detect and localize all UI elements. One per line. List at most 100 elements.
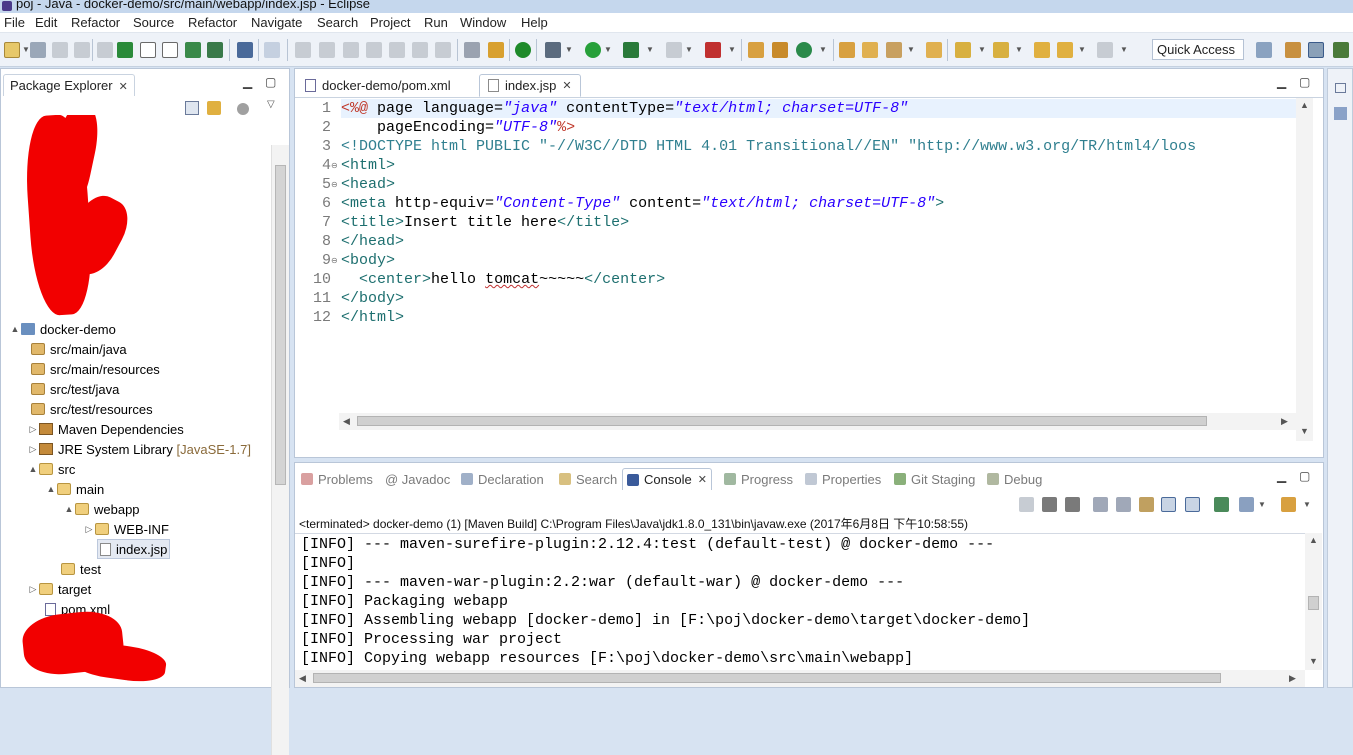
menu-navigate[interactable]: Navigate — [251, 15, 302, 30]
tree-item-maven-dependencies[interactable]: ▷ Maven Dependencies — [27, 419, 184, 439]
minimize-icon[interactable]: ▁ — [1277, 75, 1286, 89]
debug-perspective-icon[interactable] — [1333, 42, 1349, 58]
resume-icon[interactable] — [295, 42, 311, 58]
quick-access-field[interactable]: Quick Access — [1152, 39, 1244, 60]
scrollbar-thumb[interactable] — [313, 673, 1221, 683]
console-horizontal-scrollbar[interactable]: ◀ ▶ — [295, 670, 1305, 687]
menu-window[interactable]: Window — [460, 15, 506, 30]
focus-task-icon[interactable] — [237, 103, 249, 115]
menu-source[interactable]: Source — [133, 15, 174, 30]
menu-edit[interactable]: Edit — [35, 15, 57, 30]
tree-item-jre-system-library[interactable]: ▷ JRE System Library [JavaSE-1.7] — [27, 439, 251, 459]
scroll-right-icon[interactable]: ▶ — [1281, 416, 1288, 427]
tree-item-docker-demo[interactable]: ▲ docker-demo — [9, 319, 116, 339]
stop-icon[interactable] — [666, 42, 682, 58]
last-edit-icon[interactable] — [1034, 42, 1050, 58]
fold-toggle-icon[interactable]: ⊖ — [331, 256, 338, 265]
fold-toggle-icon[interactable]: ⊖ — [331, 161, 338, 170]
tab-properties[interactable]: Properties — [801, 468, 885, 490]
tab-progress[interactable]: Progress — [720, 468, 797, 490]
expand-arrow-icon[interactable]: ▲ — [27, 464, 39, 474]
new-java-project-icon[interactable] — [748, 42, 764, 58]
scroll-left-icon[interactable]: ◀ — [343, 416, 350, 427]
open-task-icon[interactable] — [162, 42, 178, 58]
minimize-icon[interactable]: ▁ — [1277, 469, 1286, 483]
chevron-down-icon[interactable]: ▼ — [1258, 500, 1266, 509]
console-output[interactable]: [INFO] --- maven-surefire-plugin:2.12.4:… — [295, 533, 1305, 673]
tree-item-src[interactable]: ▲ src — [27, 459, 76, 479]
tree-vertical-scrollbar[interactable] — [271, 145, 289, 755]
scroll-up-icon[interactable]: ▲ — [1300, 100, 1309, 110]
scroll-down-icon[interactable]: ▼ — [1300, 426, 1309, 436]
tab-problems[interactable]: Problems — [297, 468, 377, 490]
close-icon[interactable]: ✕ — [698, 473, 707, 486]
disconnect-icon[interactable] — [366, 42, 382, 58]
terminate-icon[interactable] — [1019, 497, 1034, 512]
fold-toggle-icon[interactable]: ⊖ — [331, 180, 338, 189]
save-all-icon[interactable] — [52, 42, 68, 58]
pin-console-icon[interactable] — [1214, 497, 1229, 512]
drop-to-frame-icon[interactable] — [464, 42, 480, 58]
new-package-icon[interactable] — [772, 42, 788, 58]
tree-item-src-test-java[interactable]: src/test/java — [31, 379, 119, 399]
scroll-down-icon[interactable]: ▼ — [1309, 656, 1318, 666]
console-toggle-icon[interactable] — [237, 42, 253, 58]
chevron-down-icon[interactable]: ▼ — [978, 45, 986, 54]
expand-arrow-icon[interactable]: ▲ — [45, 484, 57, 494]
console-vertical-scrollbar[interactable]: ▲ ▼ — [1305, 533, 1322, 670]
step-over-icon[interactable] — [412, 42, 428, 58]
restore-icon[interactable] — [1335, 83, 1346, 93]
chevron-down-icon[interactable]: ▼ — [1303, 500, 1311, 509]
menu-search[interactable]: Search — [317, 15, 358, 30]
scroll-up-icon[interactable]: ▲ — [1309, 535, 1318, 545]
chevron-down-icon[interactable]: ▼ — [685, 45, 693, 54]
scrollbar-thumb[interactable] — [357, 416, 1207, 426]
show-on-stderr-icon[interactable] — [1185, 497, 1200, 512]
tab-javadoc[interactable]: @ Javadoc — [381, 468, 454, 490]
code-editor[interactable]: 1 2 3 4 5 6 7 8 9 10 11 12 ⊖ ⊖ ⊖ <%@ pag… — [295, 97, 1323, 441]
search-tool-icon[interactable] — [886, 42, 902, 58]
new-class-icon[interactable] — [796, 42, 812, 58]
tab-git-staging[interactable]: Git Staging — [890, 468, 979, 490]
link-with-editor-icon[interactable] — [207, 101, 221, 115]
expand-arrow-icon[interactable]: ▷ — [27, 424, 39, 435]
tree-item-main[interactable]: ▲ main — [45, 479, 105, 499]
tab-debug[interactable]: Debug — [983, 468, 1046, 490]
word-wrap-icon[interactable] — [1139, 497, 1154, 512]
scroll-left-icon[interactable]: ◀ — [299, 673, 306, 684]
minimize-icon[interactable]: ▁ — [243, 75, 252, 89]
menu-run[interactable]: Run — [424, 15, 448, 30]
suspend-icon[interactable] — [319, 42, 335, 58]
show-on-stdout-icon[interactable] — [1161, 497, 1176, 512]
expand-arrow-icon[interactable]: ▷ — [27, 584, 39, 595]
power-icon[interactable] — [515, 42, 531, 58]
save-icon[interactable] — [30, 42, 46, 58]
chevron-down-icon[interactable]: ▼ — [1015, 45, 1023, 54]
terminate-icon[interactable] — [343, 42, 359, 58]
tab-pom-xml[interactable]: docker-demo/pom.xml — [297, 74, 459, 97]
coverage-icon[interactable] — [623, 42, 639, 58]
menu-refactor-2[interactable]: Refactor — [188, 15, 237, 30]
tree-item-src-main-resources[interactable]: src/main/resources — [31, 359, 160, 379]
new-icon[interactable] — [4, 42, 20, 58]
chevron-down-icon[interactable]: ▼ — [819, 45, 827, 54]
close-icon[interactable]: ✕ — [119, 81, 128, 93]
chevron-down-icon[interactable]: ▼ — [1120, 45, 1128, 54]
view-menu-icon[interactable]: ▽ — [267, 99, 275, 110]
forward-icon[interactable] — [1097, 42, 1113, 58]
open-console-icon[interactable] — [1281, 497, 1296, 512]
maximize-icon[interactable]: ▢ — [1299, 75, 1310, 89]
tree-item-test[interactable]: test — [61, 559, 101, 579]
back-icon[interactable] — [1057, 42, 1073, 58]
open-folder-icon[interactable] — [839, 42, 855, 58]
tab-package-explorer[interactable]: Package Explorer ✕ — [3, 74, 135, 96]
tab-console[interactable]: Console ✕ — [622, 468, 712, 490]
tree-item-web-inf[interactable]: ▷ WEB-INF — [83, 519, 169, 539]
servers-icon[interactable] — [185, 42, 201, 58]
expand-arrow-icon[interactable]: ▷ — [27, 444, 39, 455]
scrollbar-thumb[interactable] — [1308, 596, 1319, 610]
menu-help[interactable]: Help — [521, 15, 548, 30]
open-type-icon[interactable] — [140, 42, 156, 58]
display-console-icon[interactable] — [1239, 497, 1254, 512]
tree-item-target[interactable]: ▷ target — [27, 579, 92, 599]
